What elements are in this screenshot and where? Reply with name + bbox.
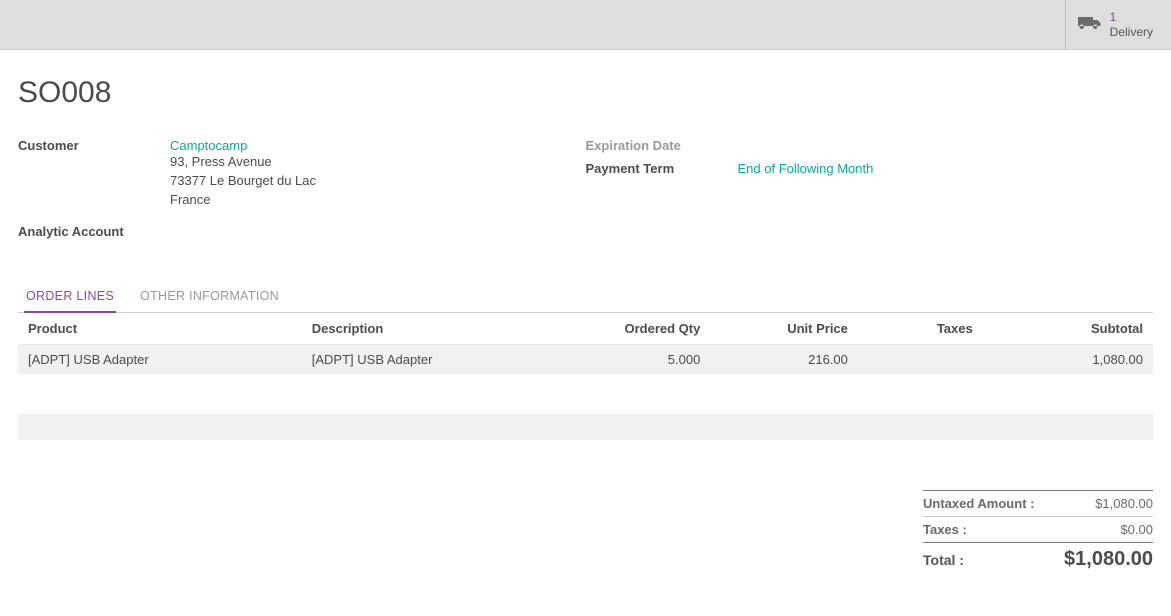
payment-term-link[interactable]: End of Following Month xyxy=(738,161,1154,176)
taxes-value: $0.00 xyxy=(1120,522,1153,537)
cell-subtotal: 1,080.00 xyxy=(983,344,1153,374)
field-columns: Customer Camptocamp 93, Press Avenue 733… xyxy=(18,138,1153,247)
cell-product: [ADPT] USB Adapter xyxy=(18,344,302,374)
right-column: Expiration Date Payment Term End of Foll… xyxy=(586,138,1154,247)
payment-term-field: Payment Term End of Following Month xyxy=(586,161,1154,176)
customer-value: Camptocamp 93, Press Avenue 73377 Le Bou… xyxy=(170,138,586,210)
col-taxes: Taxes xyxy=(858,313,983,345)
customer-street: 93, Press Avenue xyxy=(170,153,586,172)
totals-area: Untaxed Amount : $1,080.00 Taxes : $0.00… xyxy=(18,490,1153,576)
order-name: SO008 xyxy=(18,76,1153,110)
tab-order-lines[interactable]: ORDER LINES xyxy=(24,279,116,313)
customer-link[interactable]: Camptocamp xyxy=(170,138,586,153)
taxes-label: Taxes : xyxy=(923,522,967,537)
total-line: Total : $1,080.00 xyxy=(923,542,1153,576)
form-sheet: SO008 Customer Camptocamp 93, Press Aven… xyxy=(0,50,1171,616)
truck-icon xyxy=(1078,15,1110,34)
table-row[interactable]: [ADPT] USB Adapter [ADPT] USB Adapter 5.… xyxy=(18,344,1153,374)
untaxed-value: $1,080.00 xyxy=(1095,496,1153,511)
col-unit-price: Unit Price xyxy=(710,313,858,345)
cell-ordered-qty: 5.000 xyxy=(563,344,711,374)
cell-description: [ADPT] USB Adapter xyxy=(302,344,563,374)
cell-unit-price: 216.00 xyxy=(710,344,858,374)
tab-bar: ORDER LINES OTHER INFORMATION xyxy=(18,279,1153,313)
taxes-line: Taxes : $0.00 xyxy=(923,516,1153,542)
analytic-account-field: Analytic Account xyxy=(18,224,586,239)
total-value: $1,080.00 xyxy=(1064,548,1153,571)
untaxed-label: Untaxed Amount : xyxy=(923,496,1034,511)
col-subtotal: Subtotal xyxy=(983,313,1153,345)
tab-other-information[interactable]: OTHER INFORMATION xyxy=(138,279,281,313)
payment-term-label: Payment Term xyxy=(586,161,738,176)
expiration-date-field: Expiration Date xyxy=(586,138,1154,153)
expiration-date-label: Expiration Date xyxy=(586,138,738,153)
delivery-count: 1 xyxy=(1110,10,1153,24)
customer-country: France xyxy=(170,191,586,210)
spacer-band xyxy=(18,414,1153,440)
customer-field: Customer Camptocamp 93, Press Avenue 733… xyxy=(18,138,586,210)
table-header-row: Product Description Ordered Qty Unit Pri… xyxy=(18,313,1153,345)
delivery-stat-button[interactable]: 1 Delivery xyxy=(1065,0,1171,49)
order-lines-table: Product Description Ordered Qty Unit Pri… xyxy=(18,313,1153,374)
total-label: Total : xyxy=(923,552,964,568)
totals-box: Untaxed Amount : $1,080.00 Taxes : $0.00… xyxy=(923,490,1153,576)
expiration-date-value xyxy=(738,138,1154,153)
analytic-account-value xyxy=(170,224,586,239)
left-column: Customer Camptocamp 93, Press Avenue 733… xyxy=(18,138,586,247)
analytic-account-label: Analytic Account xyxy=(18,224,170,239)
untaxed-line: Untaxed Amount : $1,080.00 xyxy=(923,490,1153,516)
top-bar: 1 Delivery xyxy=(0,0,1171,50)
cell-taxes xyxy=(858,344,983,374)
delivery-stat-text: 1 Delivery xyxy=(1110,10,1153,39)
col-description: Description xyxy=(302,313,563,345)
col-product: Product xyxy=(18,313,302,345)
col-ordered-qty: Ordered Qty xyxy=(563,313,711,345)
customer-city: 73377 Le Bourget du Lac xyxy=(170,172,586,191)
delivery-label: Delivery xyxy=(1110,25,1153,39)
customer-label: Customer xyxy=(18,138,170,210)
